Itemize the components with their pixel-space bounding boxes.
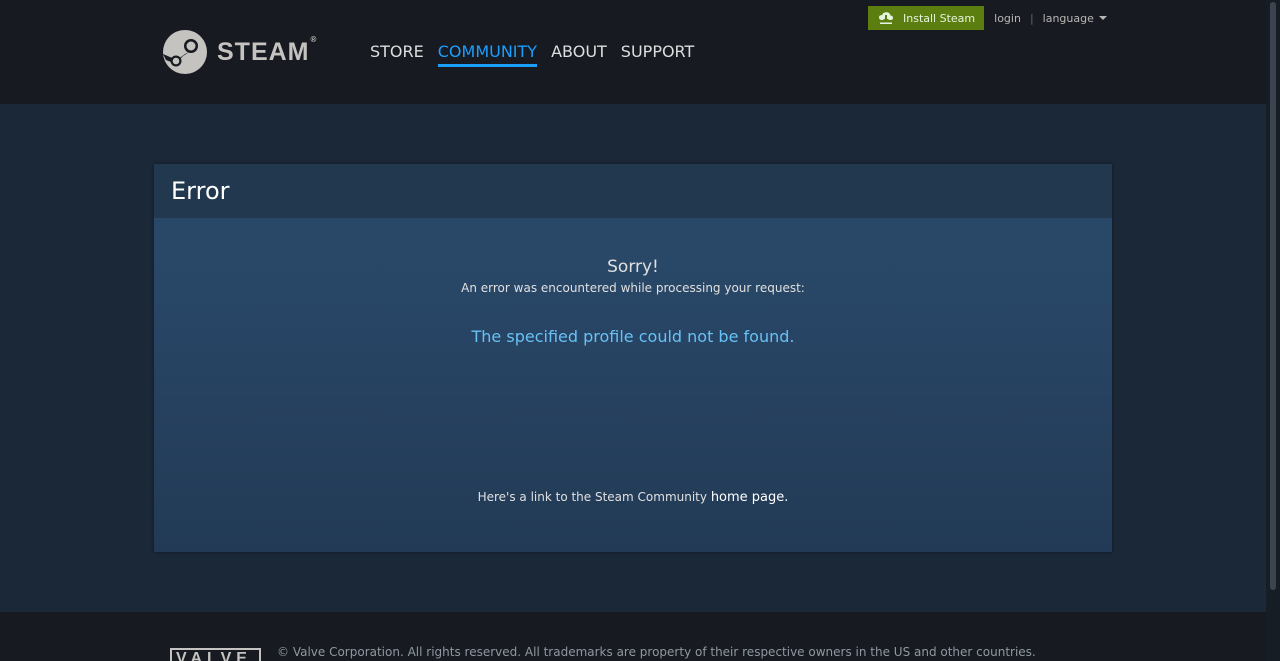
copyright-text: © Valve Corporation. All rights reserved… <box>277 645 1036 659</box>
nav-store[interactable]: STORE <box>370 42 424 67</box>
footer: VALVE © Valve Corporation. All rights re… <box>0 612 1266 661</box>
nav-community[interactable]: COMMUNITY <box>437 42 538 67</box>
chevron-down-icon <box>1098 16 1107 20</box>
install-steam-button[interactable]: Install Steam <box>868 6 985 30</box>
nav-support[interactable]: SUPPORT <box>621 42 694 67</box>
home-page-link[interactable]: home page <box>711 490 784 505</box>
error-title: Error <box>171 177 230 205</box>
install-steam-label: Install Steam <box>903 11 976 25</box>
separator: | <box>1029 11 1034 25</box>
login-link[interactable]: login <box>994 12 1021 25</box>
page-scrollbar[interactable] <box>1266 0 1280 661</box>
nav-about[interactable]: ABOUT <box>551 42 607 67</box>
error-panel: Error Sorry! An error was encountered wh… <box>154 164 1112 552</box>
home-link-prefix: Here's a link to the Steam Community <box>477 490 711 504</box>
error-subtitle: An error was encountered while processin… <box>461 281 805 295</box>
language-dropdown[interactable]: language <box>1043 12 1107 25</box>
scrollbar-thumb[interactable] <box>1270 2 1276 590</box>
steam-wordmark: STEAM® <box>217 34 318 66</box>
home-link-suffix: . <box>784 490 789 505</box>
language-label: language <box>1042 11 1094 25</box>
error-message: The specified profile could not be found… <box>471 327 795 346</box>
download-icon <box>879 12 893 24</box>
main-nav: STORE COMMUNITY ABOUT SUPPORT <box>370 42 694 67</box>
error-panel-header: Error <box>154 164 1112 218</box>
valve-logo[interactable]: VALVE <box>170 648 261 661</box>
global-header: STEAM® STORE COMMUNITY ABOUT SUPPORT Ins… <box>0 0 1266 104</box>
steam-logo-icon <box>163 30 207 74</box>
steam-logo[interactable]: STEAM® <box>163 30 317 74</box>
error-sorry-heading: Sorry! <box>607 257 659 277</box>
home-link-line: Here's a link to the Steam Community hom… <box>154 490 1112 505</box>
global-actions: Install Steam login | language <box>868 6 1107 30</box>
